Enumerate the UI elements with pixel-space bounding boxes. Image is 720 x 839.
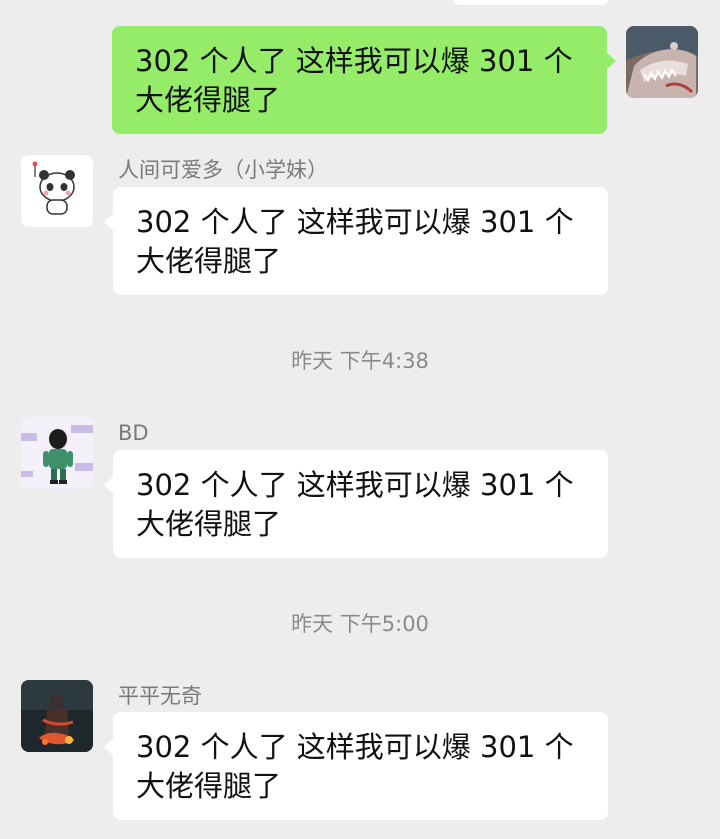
panda-icon xyxy=(21,155,93,227)
warrior-icon xyxy=(21,680,93,752)
timestamp: 昨天 下午5:00 xyxy=(291,612,429,636)
incoming-message-bubble[interactable]: 302 个人了 这样我可以爆 301 个大佬得腿了 xyxy=(104,712,608,820)
previous-message-bubble-edge xyxy=(454,0,608,5)
sender-avatar-1[interactable] xyxy=(21,155,93,227)
message-text: 302 个人了 这样我可以爆 301 个大佬得腿了 xyxy=(136,468,574,541)
shark-icon xyxy=(626,26,698,98)
message-text: 302 个人了 这样我可以爆 301 个大佬得腿了 xyxy=(135,44,573,117)
incoming-message-bubble[interactable]: 302 个人了 这样我可以爆 301 个大佬得腿了 xyxy=(104,450,608,558)
outgoing-message-bubble[interactable]: 302 个人了 这样我可以爆 301 个大佬得腿了 xyxy=(112,26,616,134)
sender-avatar-2[interactable] xyxy=(21,417,93,489)
message-text: 302 个人了 这样我可以爆 301 个大佬得腿了 xyxy=(136,730,574,803)
sender-name: 平平无奇 xyxy=(118,684,202,708)
sender-avatar-3[interactable] xyxy=(21,680,93,752)
incoming-message-bubble[interactable]: 302 个人了 这样我可以爆 301 个大佬得腿了 xyxy=(104,187,608,295)
sender-name: 人间可爱多（小学妹） xyxy=(118,158,328,182)
timestamp: 昨天 下午4:38 xyxy=(291,349,429,373)
my-avatar[interactable] xyxy=(626,26,698,98)
sender-name: BD xyxy=(118,421,149,445)
message-text: 302 个人了 这样我可以爆 301 个大佬得腿了 xyxy=(136,205,574,278)
character-icon xyxy=(21,417,93,489)
